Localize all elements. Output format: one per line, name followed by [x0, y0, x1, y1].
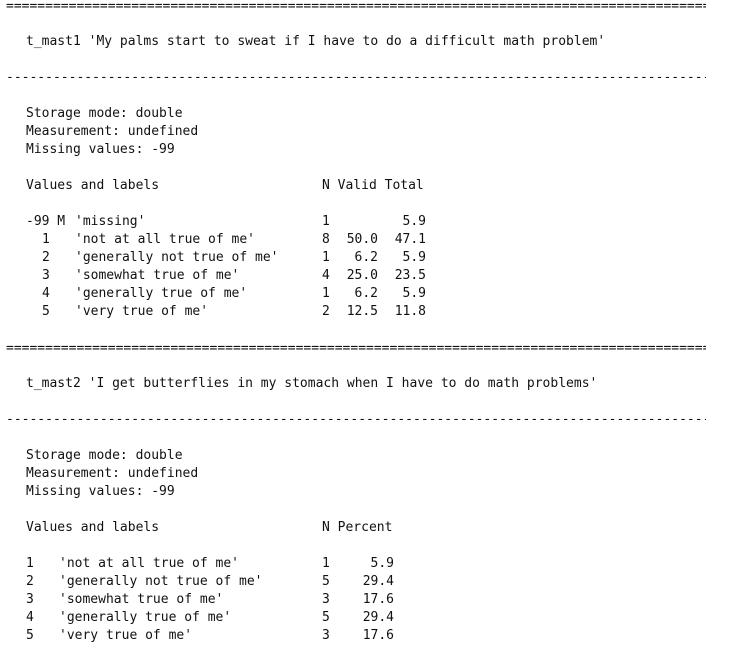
value-label: 'generally true of me' [59, 610, 232, 625]
value-code: 3 [26, 592, 34, 607]
value-code: 4 [26, 610, 34, 625]
value-code: 1 [42, 232, 50, 247]
total-percent: 5.9 [402, 286, 426, 301]
missing-values: Missing values: -99 [26, 142, 175, 157]
separator-dashed: ----------------------------------------… [6, 412, 706, 427]
value-label: 'generally true of me' [75, 286, 248, 301]
count-n: 1 [322, 214, 330, 229]
storage-mode: Storage mode: double [26, 106, 183, 121]
count-n: 1 [322, 286, 330, 301]
valid-percent: 6.2 [354, 286, 378, 301]
separator-dashed: ----------------------------------------… [6, 70, 706, 85]
variable-header: t_mast1 'My palms start to sweat if I ha… [26, 34, 606, 49]
value-label: 'generally not true of me' [59, 574, 263, 589]
percent: 29.4 [362, 610, 394, 625]
value-code: 2 [42, 250, 50, 265]
value-label: 'not at all true of me' [75, 232, 256, 247]
separator-double: ========================================… [6, 341, 706, 356]
separator-double: ========================================… [6, 0, 706, 14]
valid-percent: 12.5 [346, 304, 378, 319]
valid-percent: 50.0 [346, 232, 378, 247]
value-label: 'very true of me' [59, 628, 193, 643]
value-code: 5 [42, 304, 50, 319]
value-label: 'missing' [75, 214, 146, 229]
valid-percent: 6.2 [354, 250, 378, 265]
count-n: 8 [322, 232, 330, 247]
count-n: 5 [322, 610, 330, 625]
count-n: 2 [322, 304, 330, 319]
valid-percent [336, 213, 378, 231]
variable-header: t_mast2 'I get butterflies in my stomach… [26, 376, 598, 391]
total-percent: 23.5 [394, 268, 426, 283]
value-label: 'somewhat true of me' [59, 592, 224, 607]
value-code: 2 [26, 574, 34, 589]
count-n: 1 [322, 556, 330, 571]
count-n: 4 [322, 268, 330, 283]
value-label: 'very true of me' [75, 304, 209, 319]
measurement: Measurement: undefined [26, 466, 199, 481]
total-percent: 5.9 [402, 250, 426, 265]
percent: 5.9 [370, 556, 394, 571]
total-percent: 5.9 [402, 214, 426, 229]
column-header-stats: N Percent [322, 520, 393, 535]
percent: 17.6 [362, 592, 394, 607]
value-code: 4 [42, 286, 50, 301]
value-label: 'somewhat true of me' [75, 268, 240, 283]
count-n: 3 [322, 592, 330, 607]
value-code: 5 [26, 628, 34, 643]
value-label: 'not at all true of me' [59, 556, 240, 571]
percent: 17.6 [362, 628, 394, 643]
count-n: 1 [322, 250, 330, 265]
column-header-values: Values and labels [26, 520, 160, 535]
measurement: Measurement: undefined [26, 124, 199, 139]
value-label: 'generally not true of me' [75, 250, 279, 265]
percent: 29.4 [362, 574, 394, 589]
value-code: -99 M [26, 214, 66, 229]
column-header-stats: N Valid Total [322, 178, 424, 193]
storage-mode: Storage mode: double [26, 448, 183, 463]
value-code: 1 [26, 556, 34, 571]
total-percent: 47.1 [394, 232, 426, 247]
total-percent: 11.8 [394, 304, 426, 319]
valid-percent: 25.0 [346, 268, 378, 283]
column-header-values: Values and labels [26, 178, 160, 193]
missing-values: Missing values: -99 [26, 484, 175, 499]
count-n: 5 [322, 574, 330, 589]
count-n: 3 [322, 628, 330, 643]
value-code: 3 [42, 268, 50, 283]
